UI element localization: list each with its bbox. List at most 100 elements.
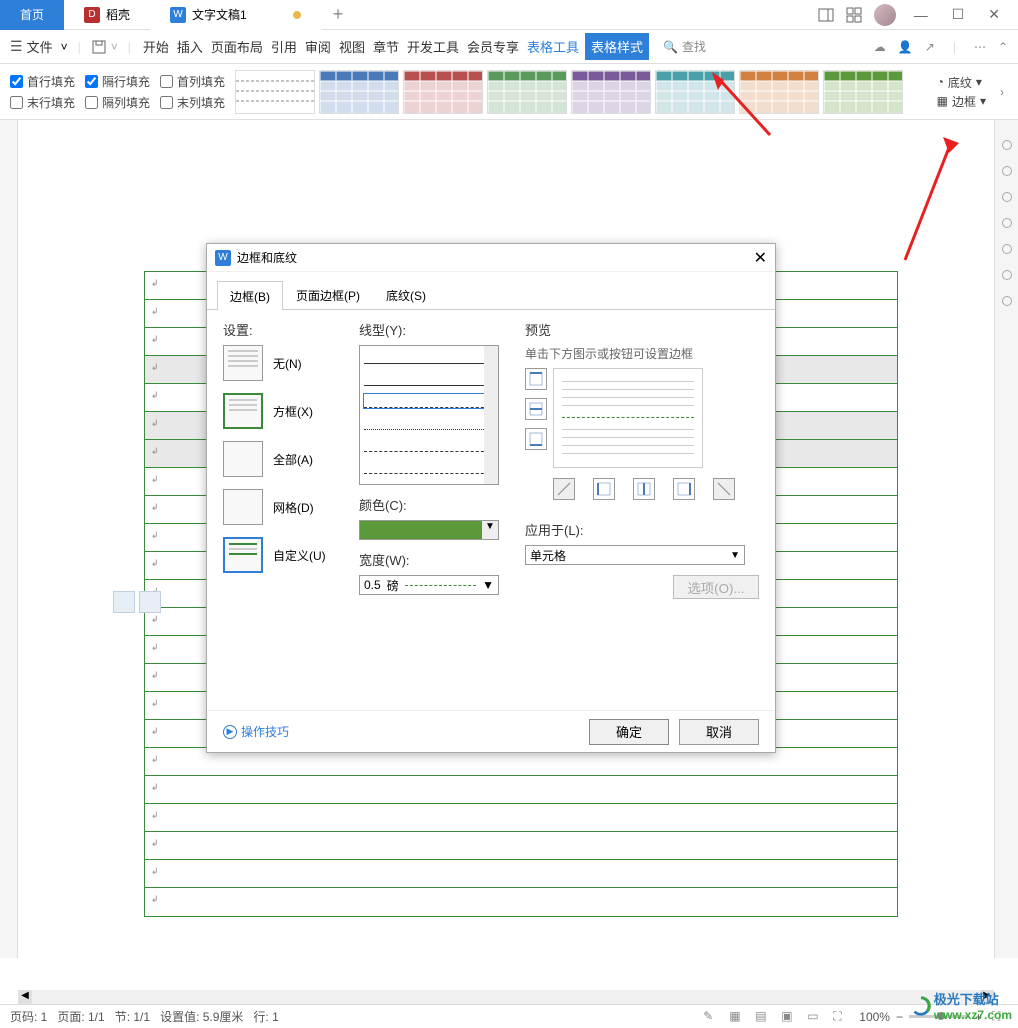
style-preview-2[interactable] [403, 70, 483, 114]
setting-none[interactable]: 无(N) [223, 345, 343, 381]
menu-insert[interactable]: 插入 [175, 37, 205, 56]
cancel-button[interactable]: 取消 [679, 719, 759, 745]
style-preview-0[interactable] [235, 70, 315, 114]
setting-box[interactable]: 方框(X) [223, 393, 343, 429]
line-dot[interactable] [364, 416, 494, 430]
preview-right-border[interactable] [673, 478, 695, 500]
setting-custom[interactable]: 自定义(U) [223, 537, 343, 573]
ok-button[interactable]: 确定 [589, 719, 669, 745]
setting-all[interactable]: 全部(A) [223, 441, 343, 477]
tool-dot-7[interactable] [1002, 296, 1012, 306]
user-icon[interactable]: 👤 [898, 40, 913, 54]
zoom-out-icon[interactable]: − [896, 1010, 903, 1024]
share-icon[interactable]: ↗ [925, 40, 935, 54]
tab-docell[interactable]: D 稻壳 [64, 0, 150, 30]
table-row[interactable]: ↲ [145, 804, 897, 832]
hamburger-icon[interactable]: ☰ [10, 38, 23, 55]
menu-start[interactable]: 开始 [141, 37, 171, 56]
float-button-1[interactable] [113, 591, 135, 613]
menu-view[interactable]: 视图 [337, 37, 367, 56]
dialog-close-button[interactable]: ✕ [754, 248, 767, 268]
new-tab-button[interactable]: + [321, 4, 356, 25]
menu-layout[interactable]: 页面布局 [209, 37, 265, 56]
preview-mid-h-border[interactable] [525, 398, 547, 420]
style-preview-3[interactable] [487, 70, 567, 114]
style-preview-1[interactable] [319, 70, 399, 114]
line-dashdot[interactable] [364, 438, 494, 452]
ribbon-expand[interactable]: › [996, 85, 1008, 99]
preview-box[interactable] [553, 368, 703, 468]
table-row[interactable]: ↲ [145, 888, 897, 916]
line-style-list[interactable] [359, 345, 499, 485]
maximize-button[interactable]: ☐ [946, 6, 971, 23]
layout-icon[interactable] [818, 7, 834, 23]
menu-review[interactable]: 审阅 [303, 37, 333, 56]
tool-dot-3[interactable] [1002, 192, 1012, 202]
style-preview-6[interactable] [739, 70, 819, 114]
style-preview-4[interactable] [571, 70, 651, 114]
check-first-row[interactable]: 首行填充 [10, 73, 75, 90]
view-read-icon[interactable]: ▭ [807, 1009, 823, 1025]
preview-top-border[interactable] [525, 368, 547, 390]
tab-shading[interactable]: 底纹(S) [373, 280, 439, 309]
view-web-icon[interactable]: ▤ [755, 1009, 771, 1025]
tool-dot-4[interactable] [1002, 218, 1012, 228]
minimize-button[interactable]: — [908, 7, 934, 23]
apply-select[interactable]: 单元格 ▼ [525, 545, 745, 565]
tip-link[interactable]: ▶ 操作技巧 [223, 723, 289, 740]
line-dash-selected[interactable] [364, 394, 494, 408]
check-alt-col[interactable]: 隔列填充 [85, 94, 150, 111]
menu-reference[interactable]: 引用 [269, 37, 299, 56]
check-last-col[interactable]: 末列填充 [160, 94, 225, 111]
cloud-icon[interactable]: ☁ [874, 40, 886, 54]
user-avatar[interactable] [874, 4, 896, 26]
tab-page-border[interactable]: 页面边框(P) [283, 280, 373, 309]
save-icon[interactable] [91, 39, 107, 55]
tab-border[interactable]: 边框(B) [217, 281, 283, 310]
table-row[interactable]: ↲ [145, 832, 897, 860]
preview-diag1[interactable] [553, 478, 575, 500]
color-select[interactable]: ▼ [359, 520, 499, 540]
border-button[interactable]: ▦边框▾ [937, 93, 986, 110]
tool-dot-5[interactable] [1002, 244, 1012, 254]
line-solid[interactable] [364, 350, 494, 364]
menu-table-tools[interactable]: 表格工具 [525, 37, 581, 56]
options-button[interactable]: 选项(O)... [673, 575, 759, 599]
scroll-left-icon[interactable]: ◀ [18, 990, 32, 1004]
width-select[interactable]: 0.5 磅 ▼ [359, 575, 499, 595]
file-menu[interactable]: 文件 [27, 37, 53, 56]
table-row[interactable]: ↲ [145, 860, 897, 888]
shading-button[interactable]: ◔底纹▾ [937, 74, 986, 91]
tab-home[interactable]: 首页 [0, 0, 64, 30]
menu-chapter[interactable]: 章节 [371, 37, 401, 56]
line-thin[interactable] [364, 372, 494, 386]
view-print-icon[interactable]: ▦ [729, 1009, 745, 1025]
line-dashdotdot[interactable] [364, 460, 494, 474]
setting-grid[interactable]: 网格(D) [223, 489, 343, 525]
horizontal-scrollbar[interactable]: ◀ ▶ [18, 990, 994, 1004]
preview-bottom-border[interactable] [525, 428, 547, 450]
style-preview-7[interactable] [823, 70, 903, 114]
tool-dot-2[interactable] [1002, 166, 1012, 176]
tool-dot-1[interactable] [1002, 140, 1012, 150]
menu-table-style[interactable]: 表格样式 [585, 33, 649, 60]
view-outline-icon[interactable]: ▣ [781, 1009, 797, 1025]
collapse-icon[interactable]: ⌃ [998, 40, 1008, 54]
line-scrollbar[interactable] [484, 346, 498, 484]
menu-vip[interactable]: 会员专享 [465, 37, 521, 56]
search-box[interactable]: 🔍 查找 [663, 38, 706, 55]
table-row[interactable]: ↲ [145, 776, 897, 804]
preview-left-border[interactable] [593, 478, 615, 500]
menu-dev[interactable]: 开发工具 [405, 37, 461, 56]
floating-layout-control[interactable] [113, 591, 161, 613]
grid-icon[interactable] [846, 7, 862, 23]
float-button-2[interactable] [139, 591, 161, 613]
crop-icon[interactable]: ⛶ [833, 1009, 849, 1025]
close-button[interactable]: ✕ [982, 6, 1006, 23]
more-icon[interactable]: ⋯ [974, 40, 986, 54]
spell-icon[interactable]: ✎ [703, 1009, 719, 1025]
preview-diag2[interactable] [713, 478, 735, 500]
check-first-col[interactable]: 首列填充 [160, 73, 225, 90]
tool-dot-6[interactable] [1002, 270, 1012, 280]
check-alt-row[interactable]: 隔行填充 [85, 73, 150, 90]
